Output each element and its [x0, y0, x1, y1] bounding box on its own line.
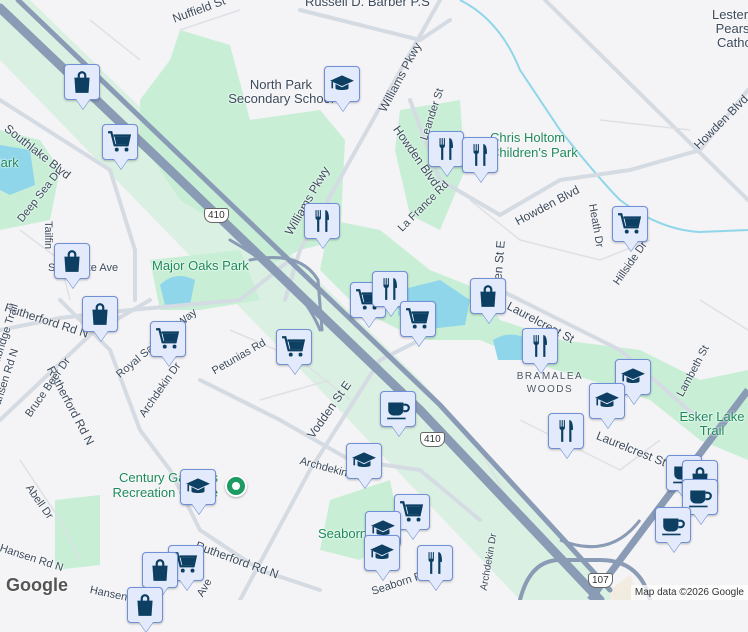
shopping-marker[interactable] — [82, 296, 118, 332]
shopping-icon — [69, 69, 95, 95]
shopping-icon — [59, 248, 85, 274]
place-label-major-oaks-park[interactable]: Major Oaks Park — [152, 258, 249, 273]
shopping-marker[interactable] — [127, 587, 163, 623]
shopping-icon — [475, 283, 501, 309]
shopping-icon — [147, 557, 173, 583]
shopping-cart-icon — [107, 129, 133, 155]
shopping-marker[interactable] — [470, 278, 506, 314]
shopping-cart-marker[interactable] — [400, 301, 436, 337]
place-label-school[interactable]: Russell D. Barber P.S — [305, 0, 430, 9]
place-label-park[interactable]: Park — [0, 155, 19, 170]
shopping-marker[interactable] — [142, 552, 178, 588]
school-icon — [185, 474, 211, 500]
school-marker[interactable] — [346, 443, 382, 479]
coffee-icon — [660, 512, 686, 538]
street-label: Tailfin — [42, 221, 54, 250]
restaurant-icon — [422, 550, 448, 576]
school-marker[interactable] — [324, 66, 360, 102]
google-logo: Google — [6, 575, 68, 595]
restaurant-marker[interactable] — [428, 131, 464, 167]
restaurant-icon — [377, 276, 403, 302]
school-marker[interactable] — [364, 535, 400, 571]
shopping-cart-icon — [405, 306, 431, 332]
shopping-icon — [87, 301, 113, 327]
highway-410-shield: 410 — [204, 208, 229, 223]
place-label-pearson[interactable]: Lester B. Pearson Catholic — [674, 8, 748, 50]
restaurant-marker[interactable] — [417, 545, 453, 581]
highway-107-shield: 107 — [588, 573, 613, 588]
map-attribution[interactable]: Map data ©2026 Google — [630, 585, 748, 600]
shopping-marker[interactable] — [54, 243, 90, 279]
restaurant-marker[interactable] — [522, 328, 558, 364]
shopping-cart-marker[interactable] — [102, 124, 138, 160]
highway-410-shield: 410 — [420, 432, 445, 447]
school-icon — [594, 388, 620, 414]
coffee-icon — [687, 484, 713, 510]
shopping-marker[interactable] — [64, 64, 100, 100]
place-label-holtom-park[interactable]: Chris Holtom Children's Park — [490, 130, 580, 160]
place-label-esker-lake-trail[interactable]: Esker Lake Trail — [676, 410, 748, 438]
school-marker[interactable] — [589, 383, 625, 419]
place-label-north-park[interactable]: North Park Secondary School — [226, 78, 336, 106]
coffee-marker[interactable] — [655, 507, 691, 543]
shopping-icon — [132, 592, 158, 618]
area-label-bramalea-woods: BRAMALEA WOODS — [516, 371, 584, 395]
place-pin-icon[interactable] — [225, 475, 247, 497]
restaurant-marker[interactable] — [304, 203, 340, 239]
shopping-cart-icon — [617, 211, 643, 237]
school-icon — [369, 540, 395, 566]
restaurant-icon — [553, 418, 579, 444]
restaurant-marker[interactable] — [462, 137, 498, 173]
restaurant-icon — [433, 136, 459, 162]
restaurant-icon — [527, 333, 553, 359]
restaurant-icon — [467, 142, 493, 168]
shopping-cart-marker[interactable] — [150, 321, 186, 357]
school-icon — [329, 71, 355, 97]
school-marker[interactable] — [180, 469, 216, 505]
coffee-icon — [385, 396, 411, 422]
shopping-cart-icon — [399, 499, 425, 525]
shopping-cart-icon — [281, 334, 307, 360]
school-icon — [351, 448, 377, 474]
shopping-cart-marker[interactable] — [612, 206, 648, 242]
restaurant-icon — [309, 208, 335, 234]
restaurant-marker[interactable] — [548, 413, 584, 449]
shopping-cart-marker[interactable] — [276, 329, 312, 365]
coffee-marker[interactable] — [380, 391, 416, 427]
shopping-cart-icon — [155, 326, 181, 352]
